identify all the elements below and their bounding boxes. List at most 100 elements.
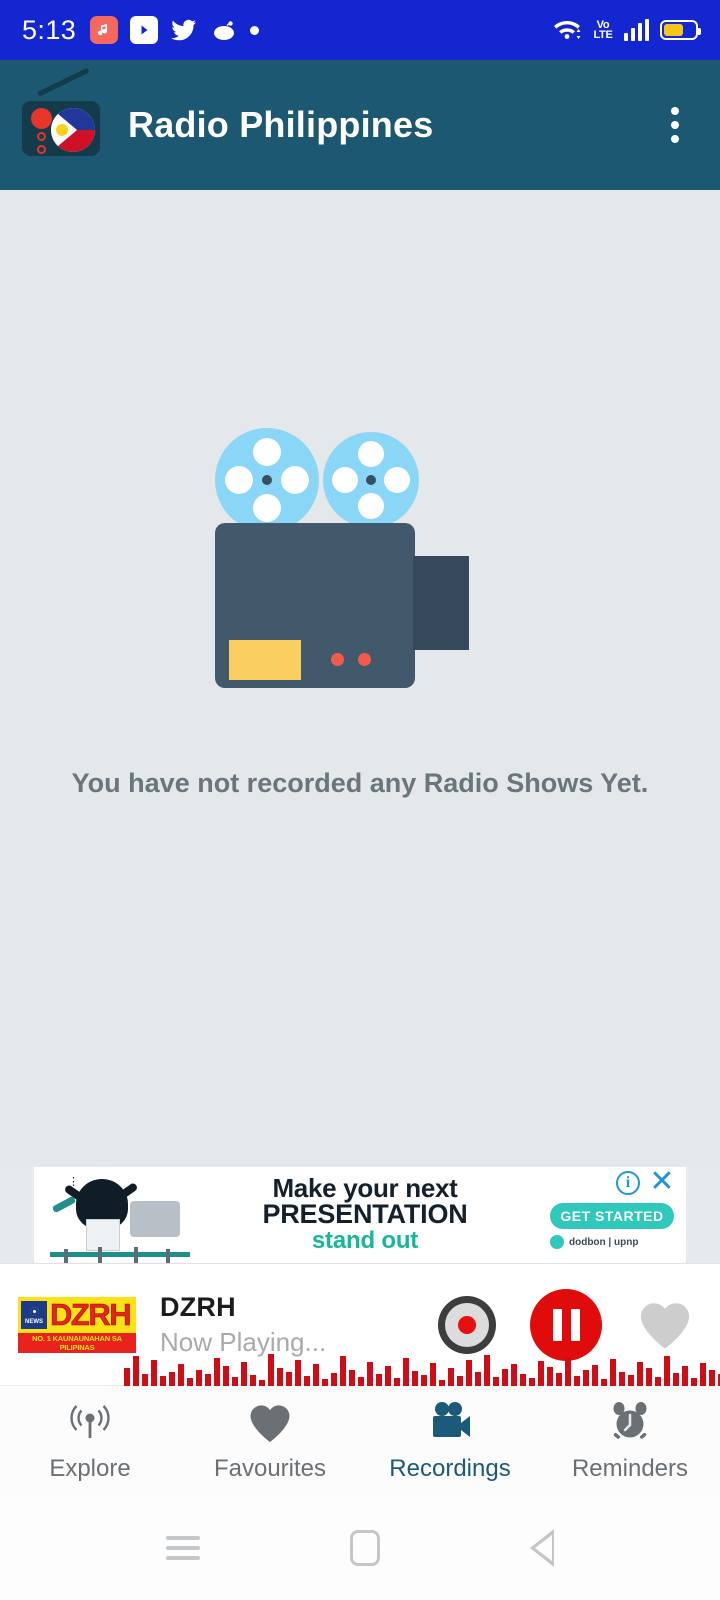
volte-icon: Vo LTE xyxy=(593,19,613,41)
waveform-bar xyxy=(655,1377,661,1386)
status-bar-notification-icons xyxy=(90,16,260,44)
waveform-bar xyxy=(250,1375,256,1386)
waveform-bar xyxy=(403,1358,409,1386)
waveform-bar xyxy=(205,1374,211,1386)
waveform-bar xyxy=(385,1366,391,1386)
waveform-bar xyxy=(628,1375,634,1386)
dot-icon xyxy=(250,25,260,35)
waveform-bar xyxy=(430,1363,436,1386)
ad-line-1: Make your next xyxy=(272,1172,458,1203)
nav-item-explore[interactable]: Explore xyxy=(0,1399,180,1483)
waveform-bar xyxy=(223,1366,229,1386)
recordings-empty-state: You have not recorded any Radio Shows Ye… xyxy=(0,190,720,1167)
video-camera-illustration xyxy=(214,428,505,708)
waveform-bar xyxy=(232,1377,238,1386)
nav-item-favourites[interactable]: Favourites xyxy=(180,1399,360,1483)
nav-item-recordings[interactable]: Recordings xyxy=(360,1399,540,1483)
music-icon xyxy=(90,16,119,44)
nav-label-recordings: Recordings xyxy=(389,1454,511,1482)
waveform-bar xyxy=(259,1380,265,1386)
player-bar: NEWS DZRH NO. 1 KAUNAUNAHAN SA PILIPINAS… xyxy=(0,1263,720,1386)
waveform-bar xyxy=(709,1370,715,1386)
waveform-bar xyxy=(322,1379,328,1386)
youtube-icon xyxy=(130,16,159,44)
signal-bars-icon xyxy=(623,19,649,41)
ad-banner[interactable]: ⋮ Make your next PRESENTATION stand out … xyxy=(34,1167,686,1263)
waveform-bar xyxy=(331,1373,337,1386)
recents-icon[interactable] xyxy=(166,1535,200,1560)
waveform-bar xyxy=(187,1378,193,1386)
waveform-bar xyxy=(619,1372,625,1386)
heart-icon xyxy=(244,1399,296,1447)
overflow-menu-icon[interactable] xyxy=(652,102,698,148)
waveform-bar xyxy=(169,1372,175,1386)
broadcast-icon xyxy=(64,1399,116,1447)
waveform-bar xyxy=(286,1372,292,1386)
record-button[interactable] xyxy=(438,1295,496,1354)
ad-brand-icon xyxy=(550,1235,564,1249)
waveform-bar xyxy=(412,1371,418,1386)
station-logo-text: DZRH xyxy=(50,1296,132,1332)
ad-brand-label: dodbon | upnp xyxy=(569,1236,639,1248)
ad-illustration: ⋮ xyxy=(34,1167,204,1263)
waveform-bar xyxy=(376,1374,382,1386)
waveform-bar xyxy=(520,1374,526,1386)
wifi-icon xyxy=(552,16,582,45)
station-logo: NEWS DZRH NO. 1 KAUNAUNAHAN SA PILIPINAS xyxy=(18,1296,136,1353)
video-camera-icon xyxy=(424,1399,476,1447)
waveform-bar xyxy=(583,1370,589,1386)
waveform-bar xyxy=(547,1367,553,1386)
waveform-bar xyxy=(646,1368,652,1386)
waveform-bar xyxy=(682,1366,688,1386)
info-icon[interactable]: i xyxy=(616,1171,640,1195)
battery-icon xyxy=(660,20,701,40)
radio-philippines-logo xyxy=(22,67,100,156)
waveform-bar xyxy=(592,1365,598,1386)
waveform-bar xyxy=(493,1377,499,1386)
reddit-icon xyxy=(210,16,238,44)
ad-cta-button[interactable]: GET STARTED xyxy=(550,1203,674,1229)
waveform-bar xyxy=(124,1368,130,1386)
bottom-navigation: Explore Favourites Recordings Reminders xyxy=(0,1385,720,1495)
alarm-clock-icon xyxy=(604,1399,656,1447)
waveform-bar xyxy=(511,1364,517,1386)
waveform-bar xyxy=(142,1374,148,1386)
ad-brand: dodbon | upnp xyxy=(550,1235,638,1249)
waveform-bar xyxy=(466,1360,472,1386)
nav-item-reminders[interactable]: Reminders xyxy=(540,1399,720,1483)
ad-line-2: PRESENTATION xyxy=(262,1199,468,1230)
empty-state-message: You have not recorded any Radio Shows Ye… xyxy=(71,768,649,798)
waveform-bar xyxy=(178,1364,184,1386)
home-icon[interactable] xyxy=(350,1529,380,1566)
waveform-bar xyxy=(673,1373,679,1386)
nav-label-explore: Explore xyxy=(49,1454,131,1482)
waveform-bar xyxy=(637,1362,643,1386)
status-bar-time: 5:13 xyxy=(22,14,77,45)
waveform-bar xyxy=(214,1358,220,1386)
waveform-bar xyxy=(610,1359,616,1386)
waveform-bar xyxy=(349,1370,355,1386)
waveform-bar xyxy=(295,1360,301,1386)
station-name: DZRH xyxy=(160,1291,236,1322)
waveform-bar xyxy=(448,1368,454,1386)
waveform-bar xyxy=(601,1379,607,1386)
waveform-bar xyxy=(358,1377,364,1386)
waveform-bar xyxy=(538,1361,544,1386)
favourite-heart-button[interactable] xyxy=(636,1299,694,1351)
heart-icon xyxy=(640,1302,690,1349)
waveform-bar xyxy=(340,1356,346,1386)
system-navigation-bar xyxy=(0,1495,720,1600)
ad-controls: i ✕ GET STARTED dodbon | upnp xyxy=(526,1167,686,1263)
waveform-bar xyxy=(196,1370,202,1386)
waveform-bar xyxy=(574,1376,580,1386)
nav-label-reminders: Reminders xyxy=(571,1454,689,1482)
waveform-bar xyxy=(565,1357,571,1386)
back-icon[interactable] xyxy=(530,1528,554,1567)
waveform-bar xyxy=(313,1364,319,1386)
status-bar-system-icons: Vo LTE xyxy=(552,16,701,45)
close-icon[interactable]: ✕ xyxy=(648,1167,676,1197)
twitter-icon xyxy=(170,16,198,44)
waveform-bar xyxy=(457,1376,463,1386)
waveform-bar xyxy=(700,1363,706,1386)
status-bar: 5:13 Vo LTE xyxy=(0,0,720,60)
